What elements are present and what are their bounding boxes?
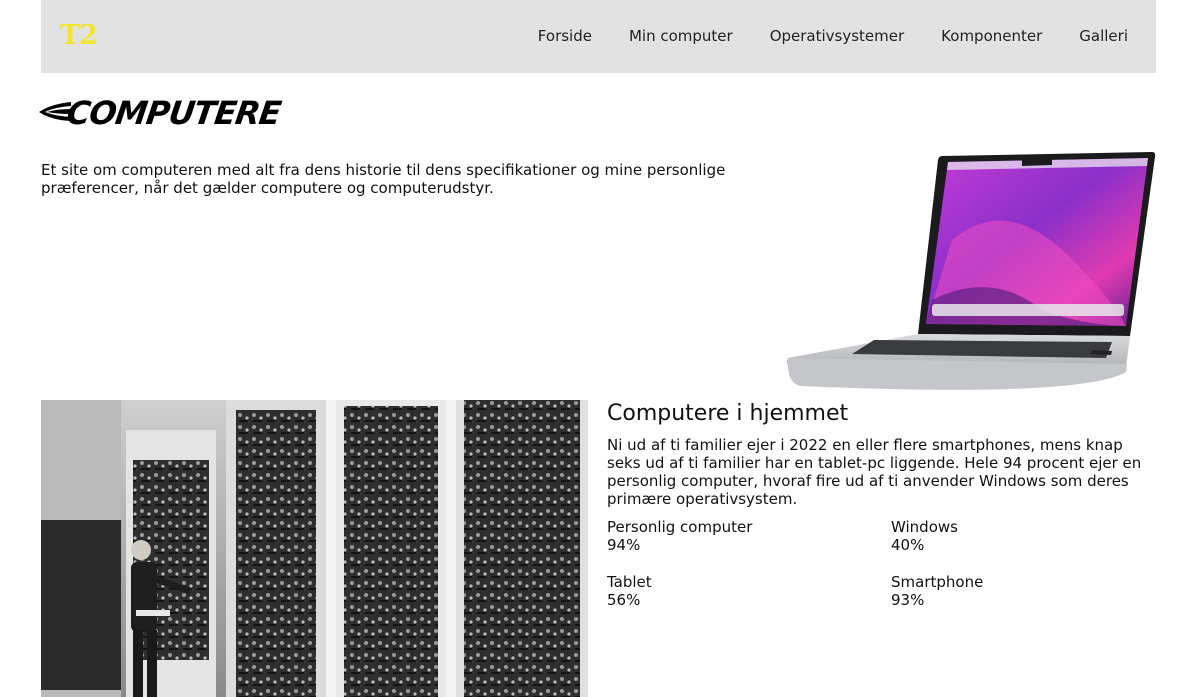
article-heading: Computere i hjemmet (607, 401, 849, 426)
stat-label: Tablet (607, 573, 652, 591)
stats-grid: Personlig computer 94% Windows 40% Table… (607, 518, 1147, 618)
stat-label: Smartphone (891, 573, 984, 591)
nav-item-galleri[interactable]: Galleri (1079, 26, 1128, 46)
laptop-image (786, 152, 1156, 390)
brand-title: COMPUTERE (64, 94, 283, 132)
stat-windows: Windows 40% (891, 518, 958, 554)
brand-wordmark: COMPUTERE (37, 92, 327, 132)
intro-text: Et site om computeren med alt fra dens h… (41, 161, 726, 197)
stat-label: Windows (891, 518, 958, 536)
article-section: Computere i hjemmet Ni ud af ti familier… (607, 400, 1147, 508)
nav-item-min-computer[interactable]: Min computer (629, 26, 733, 46)
stat-personal-computer: Personlig computer 94% (607, 518, 752, 554)
nav-item-komponenter[interactable]: Komponenter (941, 26, 1042, 46)
stat-smartphone: Smartphone 93% (891, 573, 983, 609)
article-body: Ni ud af ti familier ejer i 2022 en elle… (607, 436, 1142, 508)
nav-menu: Forside Min computer Operativsystemer Ko… (538, 26, 1156, 46)
stat-value: 56% (607, 591, 641, 609)
stat-value: 94% (607, 536, 641, 554)
nav-item-forside[interactable]: Forside (538, 26, 592, 46)
top-navigation: T2 Forside Min computer Operativsystemer… (41, 0, 1156, 73)
site-logo[interactable]: T2 (60, 20, 98, 51)
stat-value: 40% (891, 536, 925, 554)
stat-label: Personlig computer (607, 518, 753, 536)
vintage-computer-photo (41, 400, 588, 697)
nav-item-operativsystemer[interactable]: Operativsystemer (770, 26, 904, 46)
stat-value: 93% (891, 591, 925, 609)
stat-tablet: Tablet 56% (607, 573, 652, 609)
